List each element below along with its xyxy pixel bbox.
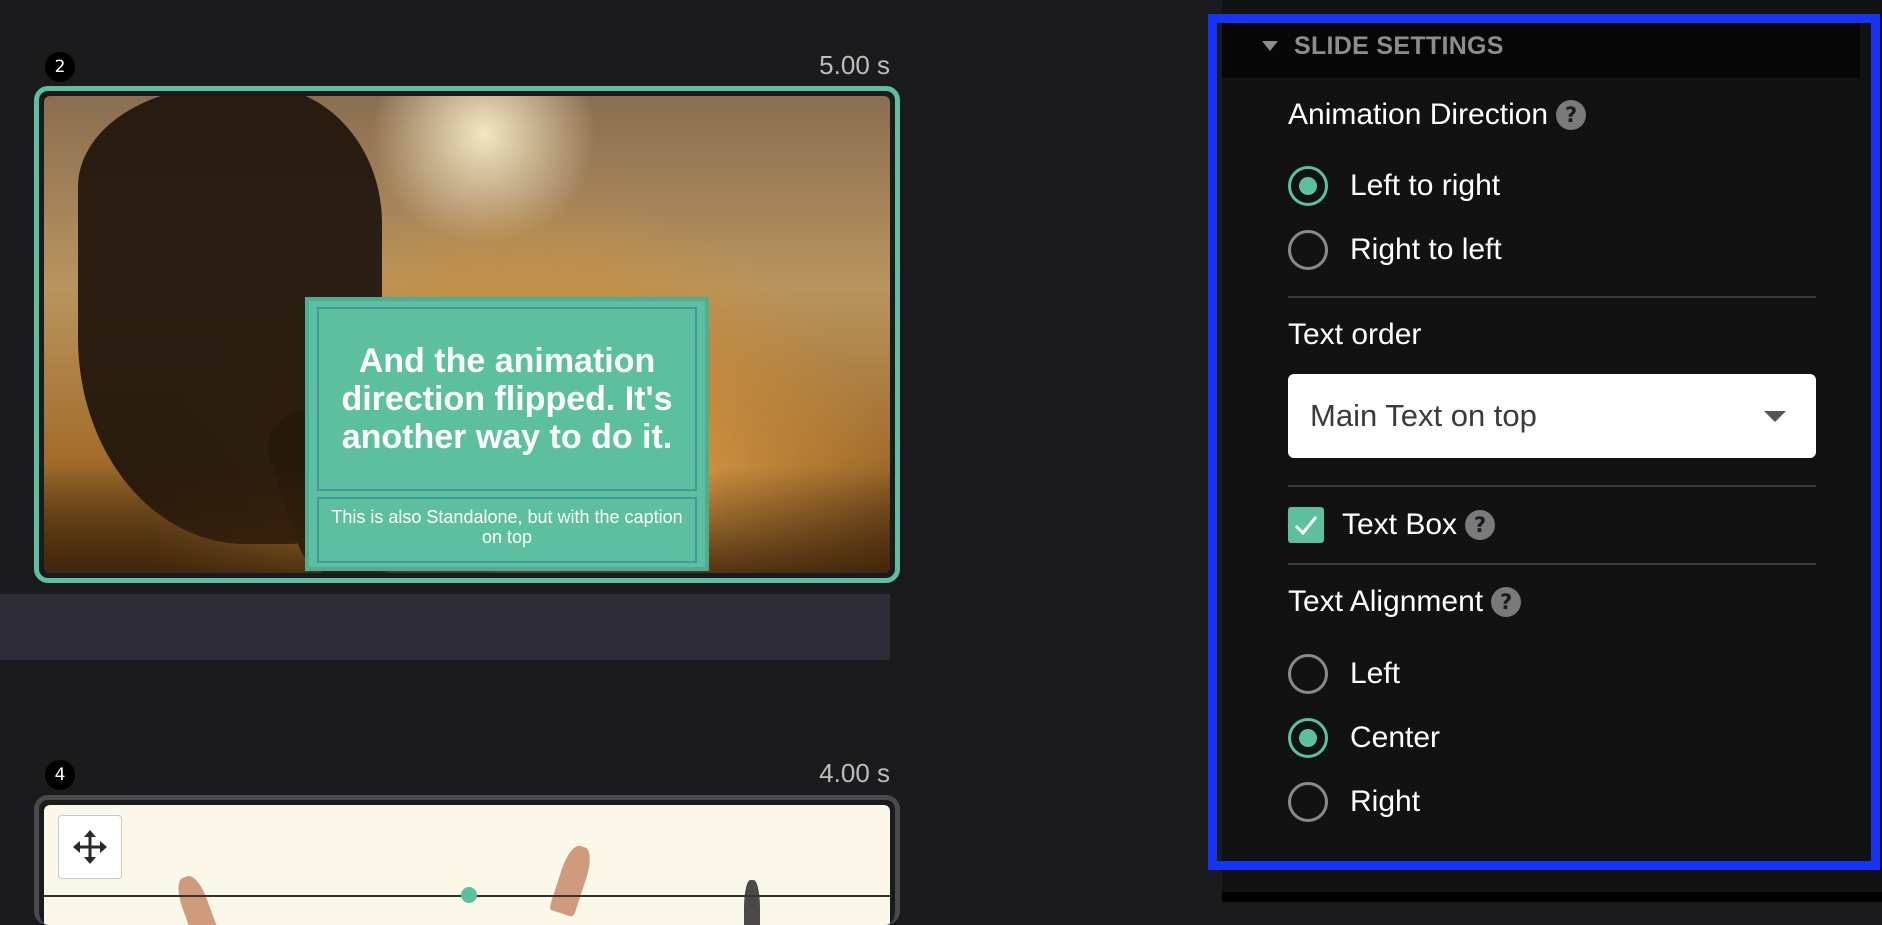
slide-duration: 5.00 s xyxy=(819,50,890,80)
slide-background-image xyxy=(44,805,890,925)
slide-number-badge: 2 xyxy=(45,52,75,82)
move-button[interactable] xyxy=(58,815,122,879)
raised-hand-image xyxy=(172,872,222,925)
raised-hand-image xyxy=(548,842,596,918)
raised-hand-image xyxy=(744,880,760,925)
slide-number-badge: 4 xyxy=(45,760,75,790)
slide-duration: 4.00 s xyxy=(819,758,890,788)
slide-card[interactable] xyxy=(34,795,900,925)
focus-highlight-box xyxy=(1208,14,1880,870)
text-box[interactable]: And the animation direction flipped. It'… xyxy=(305,297,709,571)
caption-text[interactable]: This is also Standalone, but with the ca… xyxy=(317,497,697,563)
main-text[interactable]: And the animation direction flipped. It'… xyxy=(317,307,697,491)
panel-footer xyxy=(1222,892,1882,902)
slide-drop-zone xyxy=(0,594,890,660)
slide-card-selected[interactable]: And the animation direction flipped. It'… xyxy=(34,86,900,583)
move-arrows-icon xyxy=(73,830,107,864)
alignment-guide-handle[interactable] xyxy=(461,887,477,903)
